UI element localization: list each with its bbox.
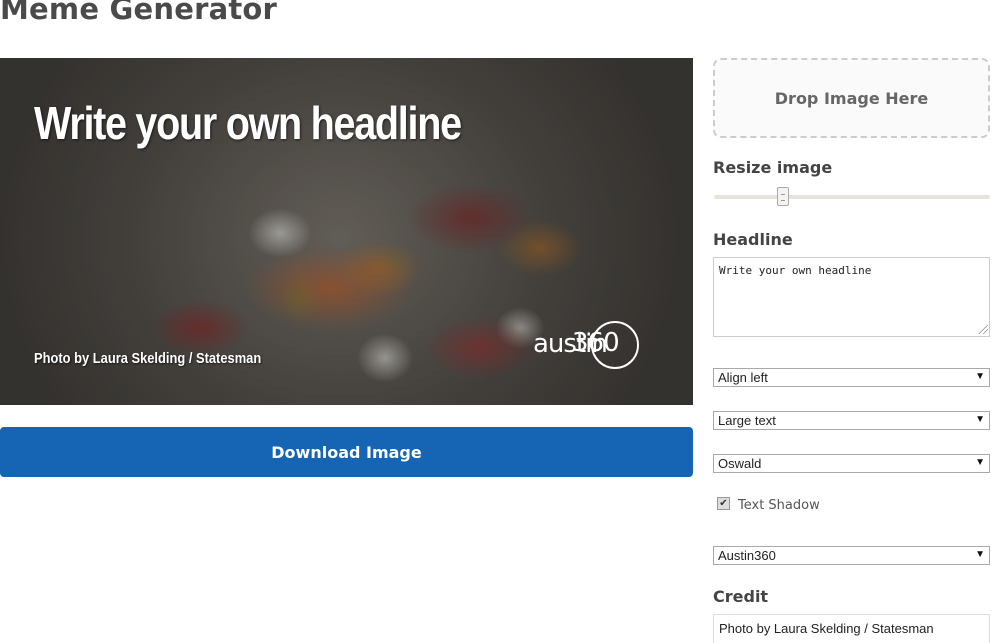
align-select-value: Align left bbox=[718, 370, 768, 385]
meme-headline-text: Write your own headline bbox=[34, 97, 462, 149]
text-shadow-label: Text Shadow bbox=[738, 498, 820, 513]
chevron-down-icon: ▼ bbox=[975, 457, 985, 468]
chevron-down-icon: ▼ bbox=[975, 414, 985, 425]
headline-textarea[interactable]: Write your own headline bbox=[713, 257, 990, 337]
page-title: Meme Generator bbox=[0, 0, 278, 26]
logo-number: 360 bbox=[572, 328, 620, 358]
chevron-down-icon: ▼ bbox=[975, 371, 985, 382]
align-select[interactable]: Align left ▼ bbox=[713, 368, 990, 387]
drop-image-zone[interactable]: Drop Image Here bbox=[713, 58, 990, 138]
logo-select[interactable]: Austin360 ▼ bbox=[713, 546, 990, 565]
chevron-down-icon: ▼ bbox=[975, 549, 985, 560]
text-shadow-option[interactable]: ✔ Text Shadow bbox=[717, 497, 820, 513]
font-select[interactable]: Oswald ▼ bbox=[713, 454, 990, 473]
credit-label: Credit bbox=[713, 587, 769, 606]
meme-preview-canvas: Write your own headline Photo by Laura S… bbox=[0, 58, 693, 405]
text-size-select[interactable]: Large text ▼ bbox=[713, 411, 990, 430]
resize-slider-handle[interactable] bbox=[777, 187, 789, 206]
download-image-button[interactable]: Download Image bbox=[0, 427, 693, 477]
logo-select-value: Austin360 bbox=[718, 548, 776, 563]
resize-image-label: Resize image bbox=[713, 158, 833, 177]
austin360-logo: austin 360 bbox=[533, 320, 639, 369]
meme-credit-text: Photo by Laura Skelding / Statesman bbox=[34, 350, 262, 367]
text-shadow-checkbox[interactable]: ✔ bbox=[717, 497, 730, 510]
text-size-select-value: Large text bbox=[718, 413, 776, 428]
credit-input[interactable]: Photo by Laura Skelding / Statesman bbox=[713, 614, 990, 643]
font-select-value: Oswald bbox=[718, 456, 762, 471]
resize-slider-track[interactable] bbox=[714, 195, 990, 199]
headline-label: Headline bbox=[713, 230, 793, 249]
textarea-resize-grip-icon[interactable] bbox=[979, 325, 988, 334]
